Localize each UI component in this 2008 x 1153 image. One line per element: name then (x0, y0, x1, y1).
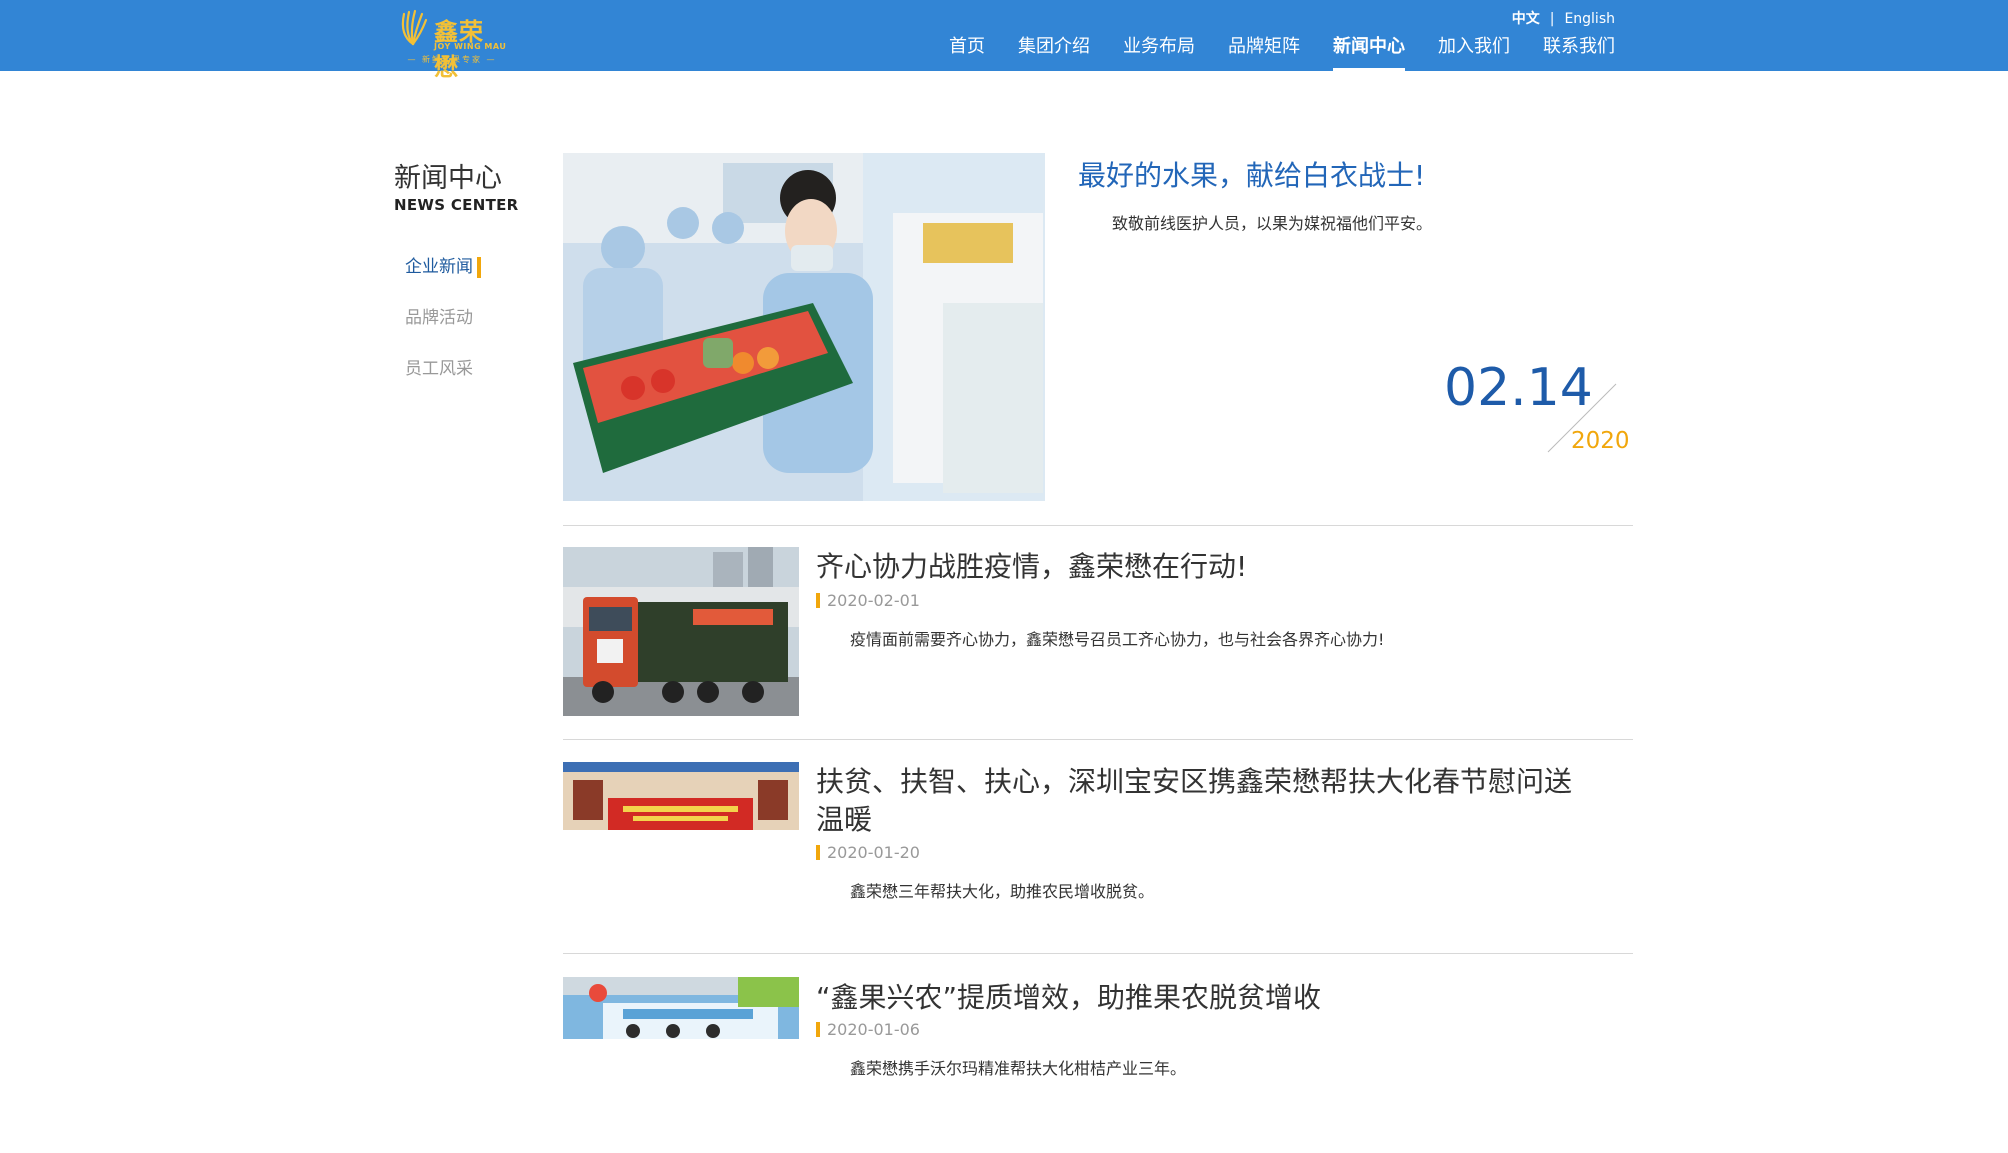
news-summary: 鑫荣懋携手沃尔玛精准帮扶大化柑桔产业三年。 (850, 1059, 1187, 1078)
news-date: 2020-01-20 (816, 843, 920, 862)
news-date: 2020-02-01 (816, 591, 920, 610)
featured-news-image[interactable] (563, 153, 1045, 501)
news-summary: 疫情面前需要齐心协力，鑫荣懋号召员工齐心协力，也与社会各界齐心协力! (850, 630, 1385, 649)
sidebar-title: 新闻中心 (394, 163, 502, 194)
news-summary: 鑫荣懋三年帮扶大化，助推农民增收脱贫。 (850, 882, 1155, 901)
lang-english-link[interactable]: English (1564, 11, 1615, 27)
featured-summary: 致敬前线医护人员，以果为媒祝福他们平安。 (1112, 214, 1433, 233)
news-title[interactable]: 扶贫、扶智、扶心，深圳宝安区携鑫荣懋帮扶大化春节慰问送温暖 (816, 763, 1596, 839)
nav-brands[interactable]: 品牌矩阵 (1228, 34, 1300, 71)
sidebar-item-label: 员工风采 (405, 359, 473, 379)
lang-separator: | (1549, 11, 1555, 27)
nav-group-intro[interactable]: 集团介绍 (1018, 34, 1090, 71)
nav-join-us[interactable]: 加入我们 (1438, 34, 1510, 71)
main-nav: 首页 集团介绍 业务布局 品牌矩阵 新闻中心 加入我们 联系我们 (916, 34, 1615, 71)
nav-home[interactable]: 首页 (949, 34, 985, 71)
news-thumbnail[interactable] (563, 762, 799, 830)
featured-photo (563, 153, 1045, 501)
logo-english-name: JOY WING MAU (434, 42, 507, 51)
news-date: 2020-01-06 (816, 1020, 920, 1039)
nav-contact[interactable]: 联系我们 (1543, 34, 1615, 71)
sidebar-menu: 企业新闻 品牌活动 员工风采 (405, 252, 481, 405)
brand-logo[interactable]: 鑫荣懋 JOY WING MAU — 新鲜水果专家 — (398, 8, 508, 81)
news-thumbnail[interactable] (563, 547, 799, 716)
sidebar-item-brand-events[interactable]: 品牌活动 (405, 303, 473, 354)
list-divider (563, 739, 1633, 740)
news-thumb-event (563, 977, 799, 1039)
news-thumb-banner (563, 762, 799, 830)
sidebar-item-label: 企业新闻 (405, 257, 473, 277)
featured-title[interactable]: 最好的水果，献给白衣战士! (1078, 154, 1425, 194)
sidebar-item-company-news[interactable]: 企业新闻 (405, 252, 481, 303)
logo-slogan: — 新鲜水果专家 — (407, 55, 497, 64)
sidebar-subtitle: NEWS CENTER (394, 196, 519, 214)
featured-date-year: 2020 (1571, 428, 1630, 454)
logo-mark-icon (401, 9, 428, 46)
news-thumb-truck (563, 547, 799, 716)
news-thumbnail[interactable] (563, 977, 799, 1039)
active-indicator (477, 257, 481, 278)
sidebar-item-label: 品牌活动 (405, 308, 473, 328)
sidebar-item-staff[interactable]: 员工风采 (405, 354, 473, 405)
news-title[interactable]: “鑫果兴农”提质增效，助推果农脱贫增收 (816, 979, 1596, 1017)
list-divider (563, 953, 1633, 954)
nav-business[interactable]: 业务布局 (1123, 34, 1195, 71)
list-divider (563, 525, 1633, 526)
top-header: 鑫荣懋 JOY WING MAU — 新鲜水果专家 — 中文 | English 首… (0, 0, 2008, 81)
lang-chinese-link[interactable]: 中文 (1512, 11, 1540, 27)
news-title[interactable]: 齐心协力战胜疫情，鑫荣懋在行动! (816, 548, 1596, 586)
nav-news-center[interactable]: 新闻中心 (1333, 34, 1405, 71)
language-switcher: 中文 | English (1512, 8, 1615, 28)
